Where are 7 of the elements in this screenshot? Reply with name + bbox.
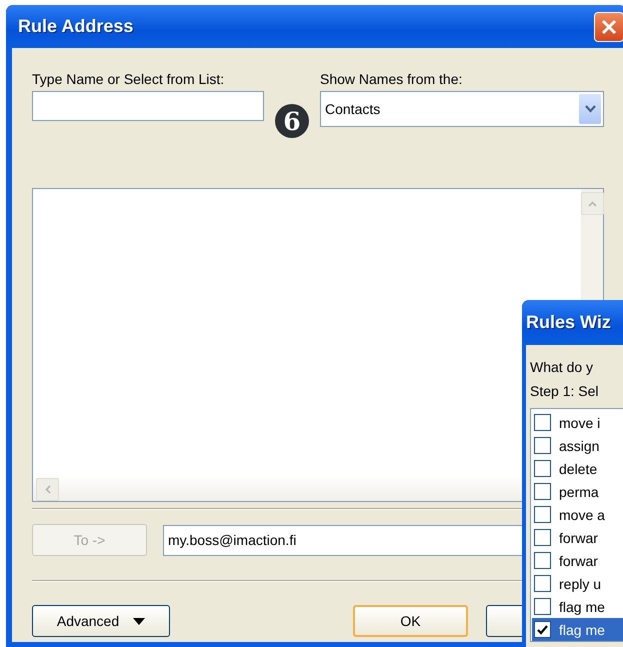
window-title: Rule Address: [18, 16, 134, 37]
window-title: Rules Wiz: [526, 312, 611, 333]
field-label: Type Name or Select from List:: [32, 71, 226, 88]
step-number: 6: [275, 104, 309, 138]
prompt-text: What do y: [530, 359, 594, 377]
step-text: Step 1: Sel: [530, 383, 600, 401]
field-label: Show Names from the:: [320, 71, 464, 88]
